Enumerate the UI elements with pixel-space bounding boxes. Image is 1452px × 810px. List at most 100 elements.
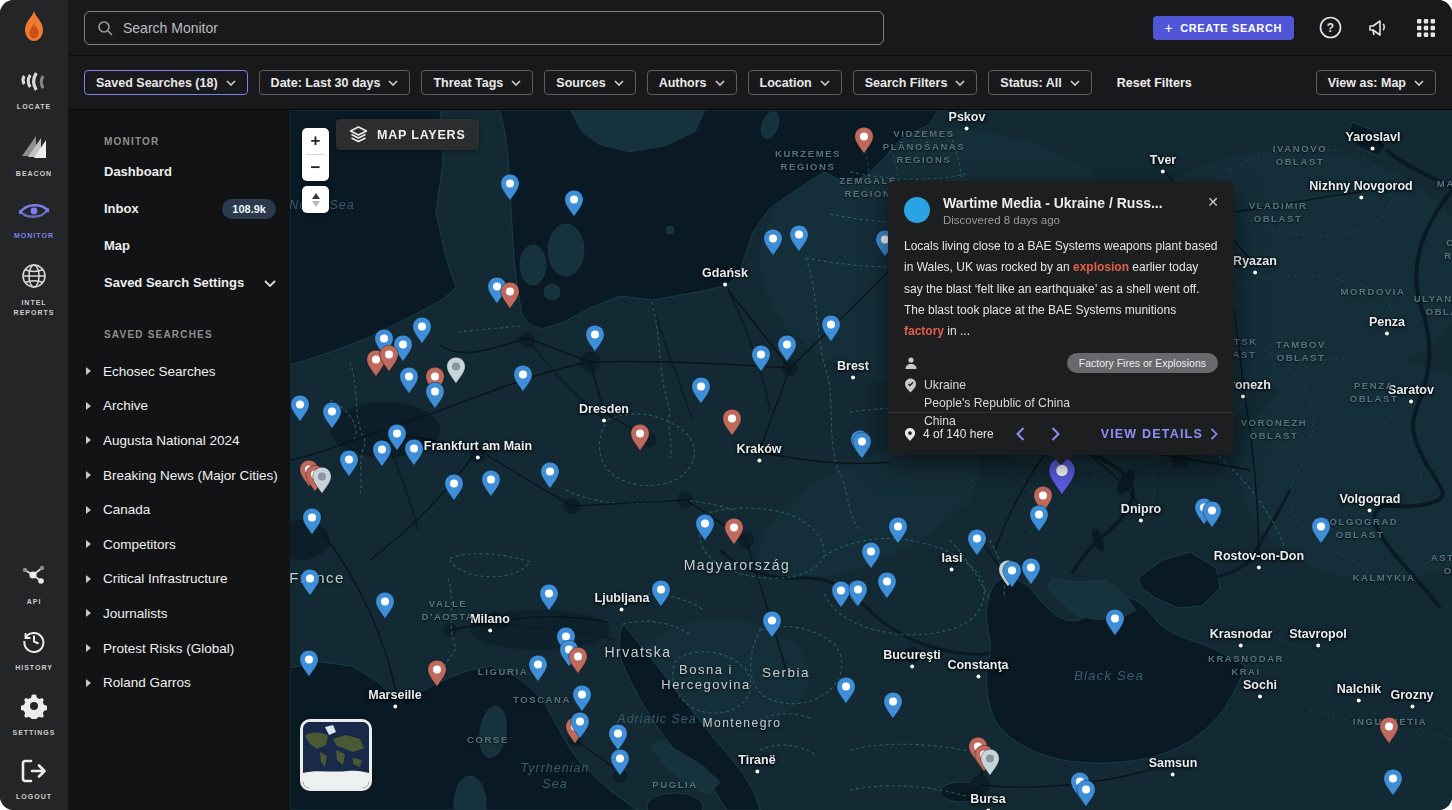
zoom-in-button[interactable]: + [302, 128, 329, 154]
map-pin[interactable] [427, 659, 448, 691]
map-pin[interactable] [877, 571, 898, 603]
map-pin[interactable] [375, 591, 396, 623]
sidebar-item-locate[interactable]: LOCATE [4, 69, 64, 113]
map-pin[interactable] [446, 356, 467, 388]
map-tilt-control[interactable] [302, 186, 329, 213]
map-pin[interactable] [513, 364, 534, 396]
filter-chip-date[interactable]: Date: Last 30 days [259, 70, 411, 95]
search-input[interactable]: Search Monitor [84, 11, 884, 45]
map-pin[interactable] [500, 173, 521, 205]
panel-item-inbox[interactable]: Inbox108.9k [68, 190, 290, 227]
minimap[interactable] [300, 719, 372, 791]
map-pin[interactable] [821, 314, 842, 346]
sidebar-item-intel-reports[interactable]: INTEL REPORTS [4, 263, 64, 319]
next-icon[interactable] [1051, 427, 1060, 441]
map-pin[interactable] [290, 394, 311, 426]
threat-tag-pill[interactable]: Factory Fires or Explosions [1067, 353, 1218, 373]
map-pin[interactable] [585, 324, 606, 356]
panel-item-map[interactable]: Map [68, 227, 290, 264]
prev-icon[interactable] [1016, 427, 1025, 441]
map-pin[interactable] [568, 646, 589, 678]
saved-search-item[interactable]: Critical Infrastructure [68, 562, 290, 597]
saved-search-item[interactable]: Competitors [68, 527, 290, 562]
sidebar-item-api[interactable]: API [4, 562, 64, 608]
map-pin[interactable] [724, 517, 745, 549]
map-pin[interactable] [848, 579, 869, 611]
map-pin[interactable] [610, 748, 631, 780]
map-pin[interactable] [630, 423, 651, 455]
saved-search-item[interactable]: Echosec Searches [68, 354, 290, 389]
filter-chip-location[interactable]: Location [748, 70, 842, 95]
zoom-out-button[interactable]: − [302, 155, 329, 181]
map-pin[interactable] [500, 281, 521, 313]
map-pin[interactable] [540, 461, 561, 493]
map-pin[interactable] [691, 376, 712, 408]
create-search-button[interactable]: +CREATE SEARCH [1153, 16, 1295, 40]
map-pin[interactable] [528, 654, 549, 686]
map-pin[interactable] [777, 334, 798, 366]
saved-search-item[interactable]: Breaking News (Major Cities) [68, 458, 290, 493]
saved-search-item[interactable]: Augusta National 2024 [68, 423, 290, 458]
map-pin[interactable] [1076, 779, 1097, 810]
filter-chip-status[interactable]: Status: All [988, 70, 1091, 95]
map-canvas[interactable]: PskovYaroslavlTverNizhny NovgorodRyazanG… [290, 110, 1452, 810]
map-pin[interactable] [751, 344, 772, 376]
map-pin[interactable] [372, 439, 393, 471]
map-pin[interactable] [300, 568, 321, 600]
sidebar-item-settings[interactable]: SETTINGS [4, 693, 64, 739]
sidebar-item-history[interactable]: HISTORY [4, 628, 64, 674]
map-pin[interactable] [1379, 716, 1400, 748]
reset-filters-button[interactable]: Reset Filters [1117, 76, 1192, 90]
sidebar-item-monitor[interactable]: MONITOR [4, 200, 64, 242]
map-pin[interactable] [980, 748, 1001, 780]
map-pin[interactable] [1311, 516, 1332, 548]
map-pin[interactable] [379, 344, 400, 376]
sidebar-item-beacon[interactable]: BEACON [4, 134, 64, 180]
saved-search-item[interactable]: Protest Risks (Global) [68, 631, 290, 666]
filter-chip-authors[interactable]: Authors [647, 70, 737, 95]
map-pin[interactable] [539, 583, 560, 615]
announcements-button[interactable] [1367, 17, 1391, 39]
close-icon[interactable]: ✕ [1207, 194, 1219, 210]
map-pin[interactable] [339, 449, 360, 481]
map-pin[interactable] [302, 507, 323, 539]
map-pin[interactable] [444, 473, 465, 505]
map-pin[interactable] [651, 579, 672, 611]
map-pin[interactable] [1383, 768, 1404, 800]
map-pin[interactable] [481, 469, 502, 501]
map-pin[interactable] [412, 316, 433, 348]
map-pin[interactable] [1105, 608, 1126, 640]
saved-search-item[interactable]: Journalists [68, 596, 290, 631]
panel-item-saved-search-settings[interactable]: Saved Search Settings [68, 264, 290, 301]
map-pin[interactable] [570, 711, 591, 743]
view-as-dropdown[interactable]: View as: Map [1316, 70, 1436, 95]
filter-chip-threat-tags[interactable]: Threat Tags [421, 70, 533, 95]
map-pin[interactable] [763, 228, 784, 260]
flashpoint-logo[interactable] [21, 8, 47, 48]
map-pin[interactable] [1202, 500, 1223, 532]
saved-search-item[interactable]: Archive [68, 389, 290, 424]
sidebar-item-logout[interactable]: LOGOUT [4, 759, 64, 803]
map-pin[interactable] [854, 126, 875, 158]
map-pin[interactable] [695, 513, 716, 545]
view-details-link[interactable]: VIEW DETAILS [1101, 427, 1218, 441]
apps-grid-button[interactable] [1416, 18, 1436, 38]
filter-chip-saved-searches[interactable]: Saved Searches (18) [84, 70, 248, 95]
map-pin[interactable] [967, 528, 988, 560]
map-pin[interactable] [404, 438, 425, 470]
map-pin[interactable] [836, 676, 857, 708]
map-layers-button[interactable]: MAP LAYERS [336, 119, 479, 150]
map-pin[interactable] [1021, 557, 1042, 589]
filter-chip-sources[interactable]: Sources [544, 70, 635, 95]
map-pin[interactable] [852, 431, 873, 463]
help-button[interactable]: ? [1319, 16, 1342, 39]
map-pin[interactable] [789, 224, 810, 256]
map-pin[interactable] [762, 610, 783, 642]
map-pin[interactable] [312, 466, 333, 498]
map-pin[interactable] [322, 401, 343, 433]
map-pin[interactable] [399, 366, 420, 398]
map-pin[interactable] [883, 691, 904, 723]
map-pin[interactable] [722, 408, 743, 440]
map-pin[interactable] [299, 649, 320, 681]
saved-search-item[interactable]: Roland Garros [68, 665, 290, 700]
